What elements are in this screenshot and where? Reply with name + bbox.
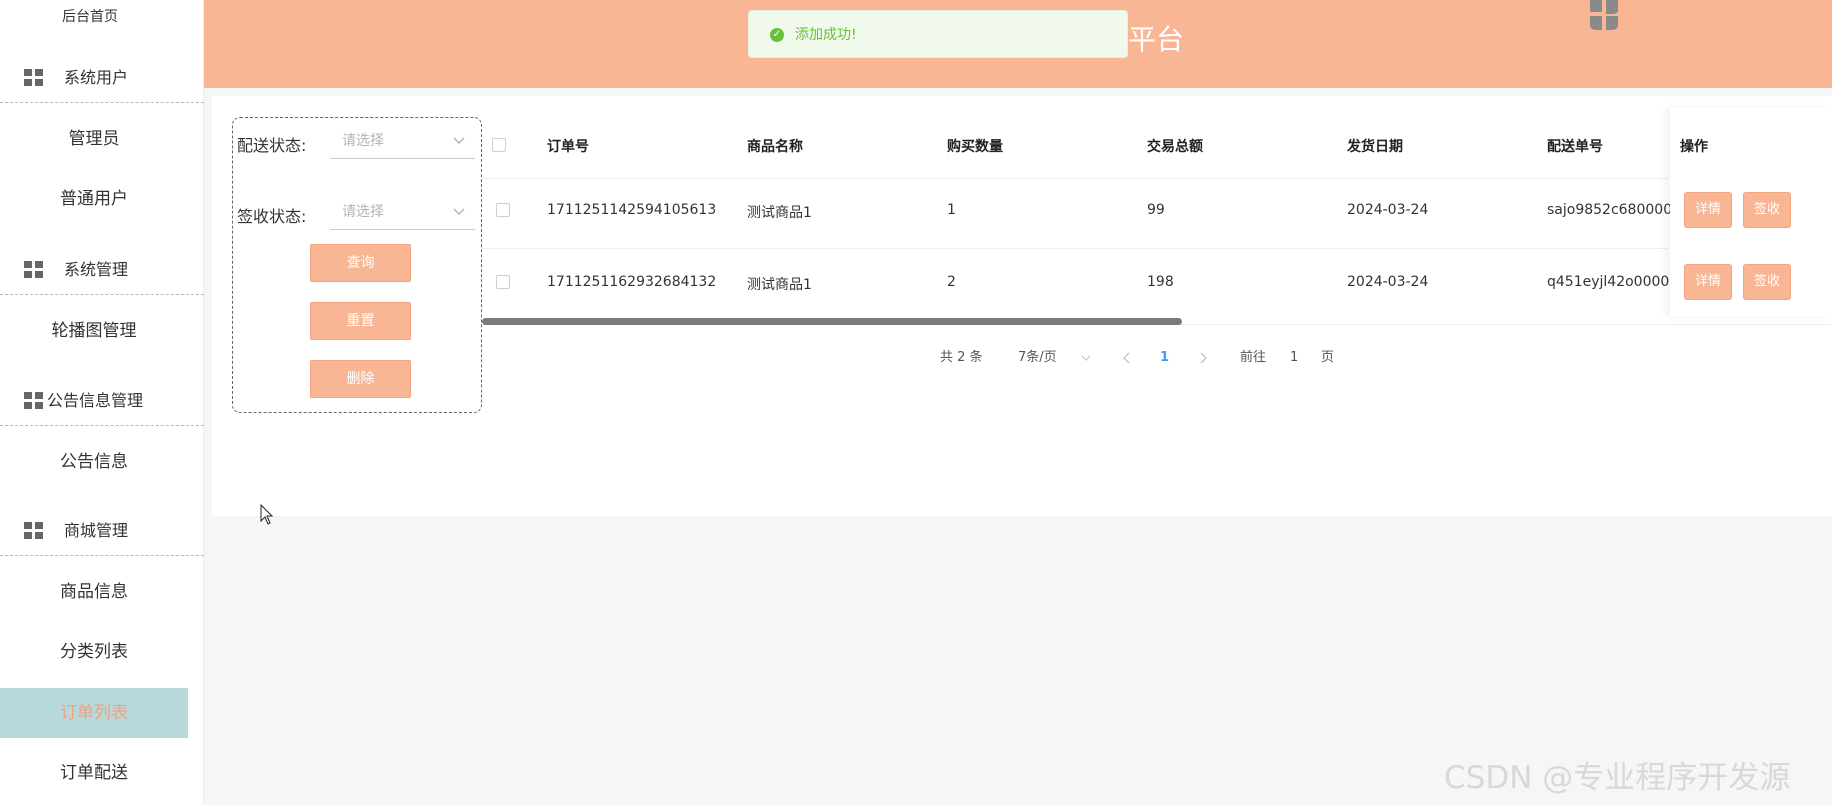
row-divider xyxy=(482,248,1668,249)
grid-icon xyxy=(24,261,43,278)
watermark: CSDN @专业程序开发源 xyxy=(1444,760,1791,796)
cell-order-no: 1711251142594105613 xyxy=(547,202,717,218)
cell-goods-name: 测试商品1 xyxy=(747,277,812,293)
chevron-down-icon xyxy=(1081,355,1091,361)
page-size-select[interactable]: 7条/页 xyxy=(1018,348,1091,368)
cell-goods-name: 测试商品1 xyxy=(747,205,812,221)
sign-status-select[interactable]: 请选择 xyxy=(330,194,475,230)
sidebar-home[interactable]: 后台首页 xyxy=(0,0,204,34)
goto-page-input[interactable]: 1 xyxy=(1290,348,1298,368)
sidebar-item-carousel[interactable]: 轮播图管理 xyxy=(0,306,188,356)
reset-button[interactable]: 重置 xyxy=(310,302,411,340)
sign-button[interactable]: 签收 xyxy=(1743,192,1791,228)
sign-status-label: 签收状态: xyxy=(237,207,307,226)
orders-table: 订单号 商品名称 购买数量 交易总额 发货日期 配送单号 17112511425… xyxy=(482,108,1832,324)
cell-total: 198 xyxy=(1147,274,1174,290)
cell-order-no: 1711251162932684132 xyxy=(547,274,717,290)
header-title: 平台 xyxy=(1128,23,1185,56)
sidebar-item-admin[interactable]: 管理员 xyxy=(0,114,188,164)
sidebar-item-category[interactable]: 分类列表 xyxy=(0,627,188,677)
col-goods-name: 商品名称 xyxy=(747,139,803,155)
detail-button[interactable]: 详情 xyxy=(1684,192,1732,228)
cell-ship-date: 2024-03-24 xyxy=(1347,274,1429,290)
operations-column: 操作 详情 签收 详情 签收 xyxy=(1670,108,1832,316)
chevron-down-icon xyxy=(453,137,465,144)
cell-qty: 1 xyxy=(947,202,956,218)
page-number-current[interactable]: 1 xyxy=(1160,348,1169,368)
sidebar-group-notice-manage[interactable]: 公告信息管理 xyxy=(0,376,204,426)
query-button[interactable]: 查询 xyxy=(310,244,411,282)
success-toast: ✓ 添加成功! xyxy=(748,10,1128,58)
goto-label: 前往 xyxy=(1240,350,1267,365)
row-checkbox[interactable] xyxy=(496,275,510,289)
col-delivery-no: 配送单号 xyxy=(1547,139,1603,155)
sign-button[interactable]: 签收 xyxy=(1743,264,1791,300)
delivery-status-select[interactable]: 请选择 xyxy=(330,123,475,159)
toast-message: 添加成功! xyxy=(795,27,857,43)
col-operations: 操作 xyxy=(1680,139,1708,155)
row-checkbox[interactable] xyxy=(496,203,510,217)
detail-button[interactable]: 详情 xyxy=(1684,264,1732,300)
sidebar-item-goods[interactable]: 商品信息 xyxy=(0,567,188,617)
horizontal-scrollbar[interactable] xyxy=(482,318,1182,325)
sidebar-item-normal-user[interactable]: 普通用户 xyxy=(0,174,188,224)
check-circle-icon: ✓ xyxy=(770,28,784,42)
sidebar-group-mall-manage[interactable]: 商城管理 xyxy=(0,506,204,556)
chevron-down-icon xyxy=(453,208,465,215)
avatar-icon[interactable] xyxy=(1586,0,1622,32)
delete-button[interactable]: 删除 xyxy=(310,360,411,398)
mouse-cursor-icon xyxy=(260,504,274,525)
sidebar-group-system-manage[interactable]: 系统管理 xyxy=(0,245,204,295)
next-page-icon[interactable] xyxy=(1198,352,1208,364)
sidebar-group-system-users[interactable]: 系统用户 xyxy=(0,53,204,103)
cell-delivery-no: sajo9852c6800000 xyxy=(1547,202,1682,218)
search-panel: 配送状态: 请选择 签收状态: 请选择 查询 重置 删除 xyxy=(232,117,482,413)
select-all-checkbox[interactable] xyxy=(492,138,506,152)
row-divider xyxy=(482,178,1668,179)
sidebar-item-delivery[interactable]: 订单配送 xyxy=(0,748,188,798)
grid-icon xyxy=(24,522,43,539)
sidebar-item-notice[interactable]: 公告信息 xyxy=(0,437,188,487)
sidebar: 后台首页 系统用户 管理员 普通用户 系统管理 轮播图管理 公告信息管理 公告信… xyxy=(0,0,204,805)
page-unit-label: 页 xyxy=(1321,350,1335,365)
delivery-status-label: 配送状态: xyxy=(237,136,307,155)
cell-ship-date: 2024-03-24 xyxy=(1347,202,1429,218)
grid-icon xyxy=(24,392,43,409)
col-order-no: 订单号 xyxy=(547,139,589,155)
cell-qty: 2 xyxy=(947,274,956,290)
cell-total: 99 xyxy=(1147,202,1165,218)
col-ship-date: 发货日期 xyxy=(1347,139,1403,155)
pagination-total: 共 2 条 xyxy=(940,350,983,365)
col-qty: 购买数量 xyxy=(947,139,1003,155)
col-total: 交易总额 xyxy=(1147,139,1203,155)
grid-icon xyxy=(24,69,43,86)
sidebar-item-orders[interactable]: 订单列表 xyxy=(0,688,188,738)
cell-delivery-no: q451eyjl42o0000 xyxy=(1547,274,1670,290)
prev-page-icon[interactable] xyxy=(1122,352,1132,364)
